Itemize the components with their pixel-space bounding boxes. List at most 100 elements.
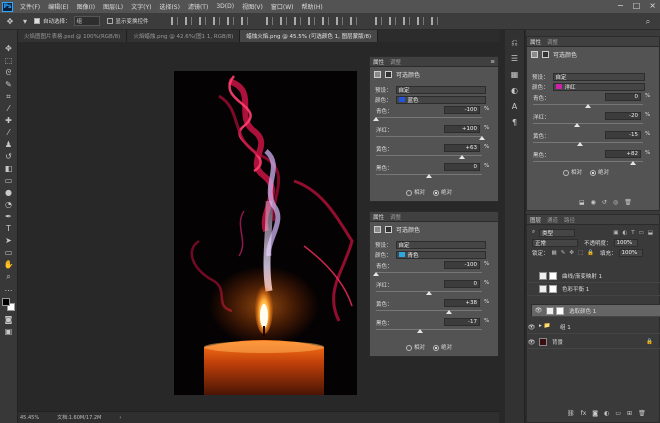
view-previous-icon[interactable]: ◉ [591, 199, 596, 206]
lock-position-icon[interactable]: ✥ [569, 250, 574, 256]
3d-slide-icon[interactable] [430, 17, 438, 25]
new-adjustment-icon[interactable]: ◐ [604, 410, 609, 417]
tab-paths[interactable]: 路径 [564, 216, 575, 224]
auto-align-icon[interactable] [349, 17, 357, 25]
slider-value-input[interactable]: -15 [605, 131, 641, 139]
lock-artboard-icon[interactable]: ⬚ [578, 250, 583, 256]
type-tool-icon[interactable]: T [3, 224, 15, 233]
screen-mode-icon[interactable]: ▣ [3, 327, 15, 336]
new-layer-icon[interactable]: ⊞ [627, 410, 632, 417]
menu-edit[interactable]: 编辑(E) [44, 2, 72, 11]
slider-thumb[interactable] [446, 310, 453, 314]
tab-doc-1[interactable]: 火焰图图片表格.psd @ 100%(RGB/8) [18, 30, 128, 42]
hand-tool-icon[interactable]: ✋ [3, 260, 15, 269]
slider-track[interactable] [376, 329, 482, 330]
filter-smart-icon[interactable]: ⬓ [648, 230, 653, 236]
filter-adjust-icon[interactable]: ◐ [622, 230, 627, 236]
slider-thumb[interactable] [585, 104, 591, 108]
menu-help[interactable]: 帮助(H) [298, 2, 327, 11]
foreground-color-swatch[interactable] [1, 298, 10, 306]
lock-all-icon[interactable]: 🔒 [587, 250, 594, 256]
minimize-button[interactable]: − [617, 1, 624, 10]
distribute-vcenter-icon[interactable] [279, 17, 287, 25]
layer-row[interactable]: 👁 ▸ 📁 组 1 [527, 321, 660, 334]
layer-style-icon[interactable]: fx [581, 410, 587, 417]
quick-mask-icon[interactable]: ◙ [3, 315, 15, 324]
tab-properties[interactable]: 属性 [373, 58, 384, 66]
menu-layer[interactable]: 图层(L) [99, 2, 127, 11]
slider-thumb[interactable] [574, 123, 580, 127]
move-tool-icon[interactable]: ✥ [3, 44, 15, 53]
filter-type-icon[interactable]: T [631, 230, 634, 236]
shape-tool-icon[interactable]: ▭ [3, 248, 15, 257]
link-layers-icon[interactable]: ⛓ [567, 410, 575, 417]
distribute-bottom-icon[interactable] [293, 17, 301, 25]
tab-doc-2[interactable]: 火焰蜡烛.png @ 42.6%(图1 1, RGB/8) [127, 30, 241, 42]
align-hcenter-icon[interactable] [226, 17, 234, 25]
color-dropdown[interactable]: 青色 [395, 250, 486, 259]
radio-relative[interactable]: 相对 [406, 343, 425, 351]
align-top-icon[interactable] [170, 17, 178, 25]
visibility-eye-icon[interactable]: 👁 [527, 324, 536, 331]
lock-pixels-icon[interactable]: ▦ [552, 250, 557, 256]
tab-properties[interactable]: 属性 [373, 213, 384, 221]
brush-tool-icon[interactable]: ⁄ [3, 128, 15, 137]
healing-brush-icon[interactable]: ✚ [3, 116, 15, 125]
radio-absolute[interactable]: 绝对 [590, 168, 609, 176]
slider-thumb[interactable] [630, 161, 637, 165]
3d-rotate-icon[interactable] [388, 17, 396, 25]
3d-mode-icon[interactable] [374, 17, 382, 25]
show-transform-checkbox[interactable] [106, 18, 113, 24]
more-tools-icon[interactable]: … [3, 284, 15, 293]
layer-row[interactable]: 👁 背景 🔒 [527, 336, 660, 349]
slider-track[interactable] [376, 136, 482, 137]
menu-window[interactable]: 窗口(W) [267, 2, 298, 11]
distribute-right-icon[interactable] [335, 17, 343, 25]
slider-thumb[interactable] [426, 174, 432, 178]
auto-select-checkbox[interactable] [34, 18, 40, 24]
slider-value-input[interactable]: +100 [444, 125, 480, 133]
visibility-eye-icon[interactable]: 👁 [527, 339, 536, 346]
slider-value-input[interactable]: -20 [605, 112, 641, 120]
distribute-top-icon[interactable] [265, 17, 273, 25]
slider-track[interactable] [376, 310, 482, 311]
opacity-input[interactable]: 100% [613, 238, 638, 247]
swatches-icon[interactable]: ▦ [509, 70, 520, 80]
clip-to-layer-icon[interactable]: ⬓ [579, 199, 585, 206]
blur-tool-icon[interactable]: ● [3, 188, 15, 197]
layer-mask-icon[interactable] [542, 50, 549, 58]
align-right-icon[interactable] [240, 17, 248, 25]
slider-track[interactable] [533, 142, 643, 143]
slider-track[interactable] [533, 123, 643, 124]
visibility-icon[interactable]: ◎ [613, 199, 618, 206]
slider-value-input[interactable]: +38 [444, 299, 480, 307]
marquee-tool-icon[interactable]: ⬚ [3, 56, 15, 65]
path-select-icon[interactable]: ➤ [3, 236, 15, 245]
slider-thumb[interactable] [479, 136, 485, 140]
layer-mask-thumbnail[interactable] [549, 272, 557, 280]
preset-dropdown[interactable]: 自定 [552, 72, 645, 81]
align-vcenter-icon[interactable] [184, 17, 192, 25]
align-left-icon[interactable] [212, 17, 220, 25]
slider-value-input[interactable]: -100 [444, 106, 480, 114]
preset-dropdown[interactable]: 自定 [395, 240, 486, 249]
preset-dropdown[interactable]: 自定 [395, 85, 486, 94]
reset-icon[interactable]: ↺ [602, 199, 607, 206]
radio-relative[interactable]: 相对 [406, 188, 425, 196]
radio-absolute[interactable]: 绝对 [433, 343, 452, 351]
distribute-hcenter-icon[interactable] [321, 17, 329, 25]
delete-layer-icon[interactable]: 🗑 [638, 410, 646, 417]
zoom-tool-icon[interactable]: ⌕ [3, 272, 15, 281]
slider-value-input[interactable]: -17 [444, 318, 480, 326]
document-canvas-image[interactable] [174, 71, 357, 395]
filter-shape-icon[interactable]: ▭ [639, 230, 644, 236]
layer-mask-thumbnail[interactable] [549, 285, 557, 293]
search-icon[interactable]: ⌕ [642, 17, 654, 26]
tab-layers[interactable]: 图层 [530, 216, 541, 224]
slider-thumb[interactable] [416, 329, 423, 333]
menu-3d[interactable]: 3D(D) [212, 3, 238, 10]
slider-value-input[interactable]: +82 [605, 150, 641, 158]
slider-thumb[interactable] [373, 117, 379, 121]
dodge-tool-icon[interactable]: ◔ [3, 200, 15, 209]
color-dropdown[interactable]: 洋红 [552, 82, 645, 91]
